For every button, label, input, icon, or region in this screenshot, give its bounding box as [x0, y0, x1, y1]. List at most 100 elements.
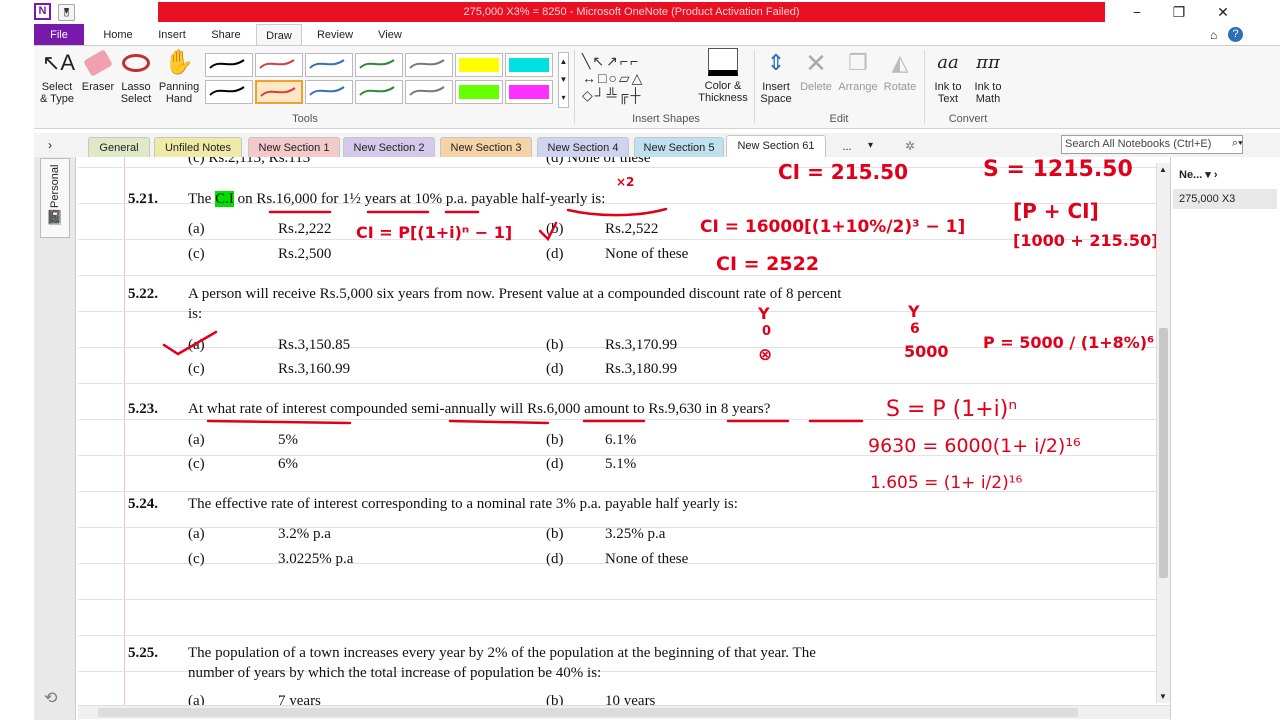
lasso-icon	[122, 54, 150, 72]
pen-gallery-scroll[interactable]: ▲ ▼ ▾	[558, 52, 569, 108]
pen-swatch[interactable]	[305, 53, 353, 77]
ink-underline-half-yearly	[566, 207, 668, 217]
tab-draw[interactable]: Draw	[256, 24, 302, 46]
select-type-button[interactable]: ↖A Select & Type	[38, 48, 76, 105]
ink-x2: ×2	[616, 175, 635, 189]
ink-circled-x: ⊗	[758, 345, 773, 365]
section-tab[interactable]: New Section 3	[440, 137, 532, 157]
insert-space-label: Insert Space	[760, 81, 792, 105]
insert-space-button[interactable]: ⇕ Insert Space	[758, 48, 794, 105]
ribbon-separator	[924, 50, 925, 124]
ink-to-text-icon: aa	[937, 52, 959, 73]
ink-ci-formula: CI = P[(1+i)ⁿ − 1]	[356, 223, 513, 242]
insert-space-icon: ⇕	[766, 50, 786, 75]
arrange-button[interactable]: ❐ Arrange	[836, 48, 880, 93]
ink-tick-a	[162, 330, 218, 356]
convert-group-label: Convert	[948, 113, 988, 125]
search-input[interactable]: Search All Notebooks (Ctrl+E)	[1061, 135, 1243, 154]
select-type-label: Select & Type	[39, 81, 75, 105]
pen-swatch[interactable]	[505, 53, 553, 77]
vertical-scrollbar[interactable]: ▲ ▼	[1156, 163, 1170, 703]
ink-ci-answer: CI = 2522	[716, 253, 820, 275]
notebook-label: Personal	[49, 164, 61, 208]
horizontal-scrollbar[interactable]	[78, 705, 1171, 719]
new-section-icon[interactable]: ✲	[905, 139, 915, 153]
section-tab[interactable]: New Section 5	[634, 137, 724, 157]
ink-y-mark: Y	[758, 304, 770, 323]
ribbon-separator	[574, 50, 575, 124]
pen-swatch[interactable]	[355, 80, 403, 104]
ink-5000: 5000	[904, 342, 949, 361]
notebook-icon: 📓	[46, 209, 64, 225]
ink-to-math-button[interactable]: ππ Ink to Math	[968, 48, 1008, 105]
ink-present-value: P = 5000 / (1+8%)⁶ = 3150.85	[983, 333, 1158, 352]
section-tab[interactable]: ...	[832, 137, 862, 157]
pen-swatch[interactable]	[455, 53, 503, 77]
collapse-ribbon-icon[interactable]: ⌂	[1210, 28, 1217, 42]
section-tab[interactable]: Unfiled Notes	[154, 137, 242, 157]
ink-underline-semi-annually	[448, 419, 550, 425]
pen-swatch[interactable]	[255, 80, 303, 104]
ink-ci-calc: CI = 16000[(1+10%/2)³ − 1]	[700, 217, 966, 237]
pen-swatch[interactable]	[305, 80, 353, 104]
ink-equation-3: 1.605 = (1+ i/2)¹⁶	[870, 473, 1023, 493]
close-button[interactable]: ✕	[1200, 0, 1246, 24]
horizontal-scroll-thumb[interactable]	[98, 708, 1078, 717]
ink-equation-2: 9630 = 6000(1+ i/2)¹⁶	[868, 435, 1081, 457]
tab-view[interactable]: View	[368, 24, 412, 46]
tab-insert[interactable]: Insert	[150, 24, 194, 46]
pen-swatch[interactable]	[455, 80, 503, 104]
scroll-up-arrow-icon[interactable]: ▲	[1159, 165, 1167, 174]
delete-button[interactable]: ✕ Delete	[798, 48, 834, 93]
shapes-gallery[interactable]: ╲↖↗⌐⌐ ↔□○▱△ ◇┘╩╔┼	[582, 53, 692, 107]
maximize-button[interactable]: ❐	[1156, 0, 1202, 24]
delete-x-icon: ✕	[805, 48, 827, 78]
search-icon[interactable]: ⌕▾	[1232, 137, 1243, 150]
notebook-nav-pane	[34, 157, 76, 720]
ink-strokes	[162, 207, 864, 425]
notebook-personal[interactable]: Personal 📓	[40, 158, 70, 238]
ink-to-text-button[interactable]: aa Ink to Text	[928, 48, 968, 105]
section-tab[interactable]: New Section 4	[537, 137, 629, 157]
eraser-button[interactable]: Eraser	[80, 48, 116, 93]
section-overflow-icon[interactable]: ▾	[868, 140, 873, 151]
lasso-select-button[interactable]: Lasso Select	[118, 48, 154, 105]
section-tab[interactable]: New Section 61	[726, 135, 826, 157]
rotate-button[interactable]: ◭ Rotate	[880, 48, 920, 93]
vertical-scroll-thumb[interactable]	[1159, 328, 1168, 578]
ink-zero: 0	[762, 324, 772, 339]
section-tab[interactable]: New Section 1	[248, 137, 340, 157]
pen-swatch[interactable]	[355, 53, 403, 77]
ink-underline-rate-of-interest	[206, 419, 352, 425]
hand-icon: ✋	[164, 49, 194, 76]
eraser-icon	[83, 49, 113, 77]
tab-share[interactable]: Share	[204, 24, 248, 46]
expand-nav-icon[interactable]: ›	[48, 138, 52, 152]
section-tab[interactable]: General	[88, 137, 150, 157]
scroll-down-arrow-icon[interactable]: ▼	[1159, 692, 1167, 701]
customize-qat-icon[interactable]: ▾	[58, 4, 75, 21]
color-thickness-button[interactable]: Color & Thickness	[698, 48, 748, 104]
unfiled-notes-icon[interactable]: ⟲	[44, 688, 57, 708]
minimize-button[interactable]: −	[1114, 0, 1160, 24]
pen-swatch[interactable]	[405, 80, 453, 104]
onenote-logo-icon: N	[34, 3, 51, 20]
panning-hand-button[interactable]: ✋ Panning Hand	[158, 48, 200, 105]
pen-swatch[interactable]	[505, 80, 553, 104]
add-page-header[interactable]: Ne... ▾ ›	[1173, 165, 1277, 185]
pen-swatch[interactable]	[205, 53, 253, 77]
tab-review[interactable]: Review	[312, 24, 358, 46]
ink-ci-top: CI = 215.50	[778, 160, 908, 184]
color-thickness-icon	[708, 48, 738, 76]
tab-home[interactable]: Home	[96, 24, 140, 46]
tab-file[interactable]: File	[34, 24, 84, 46]
section-tab[interactable]: New Section 2	[343, 137, 435, 157]
pen-swatch[interactable]	[255, 53, 303, 77]
page-canvas[interactable]: (c) Rs.2,113, Rs.113 (d) None of these 5…	[78, 157, 1158, 705]
pen-swatch[interactable]	[205, 80, 253, 104]
pen-swatch[interactable]	[405, 53, 453, 77]
page-item[interactable]: 275,000 X3	[1173, 189, 1277, 209]
help-icon[interactable]: ?	[1228, 27, 1243, 42]
panning-label: Panning Hand	[158, 81, 200, 105]
ink-s-top: S = 1215.50	[983, 157, 1133, 182]
